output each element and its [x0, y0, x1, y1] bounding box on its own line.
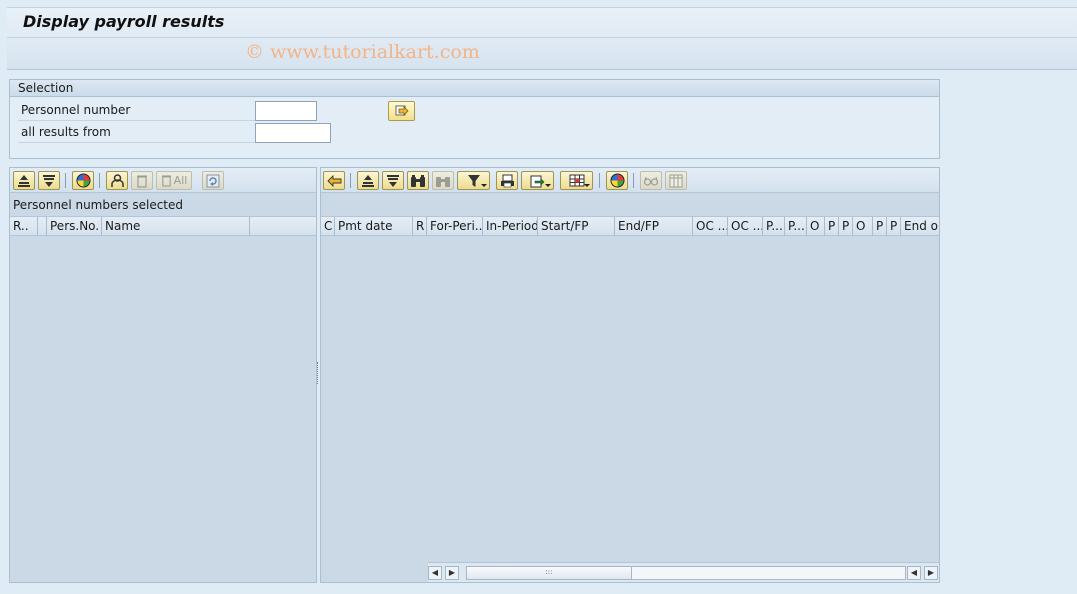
column-header-name[interactable]: Name	[102, 217, 250, 236]
scroll-track[interactable]: :::	[466, 566, 906, 580]
column-header-p-2[interactable]: P...	[785, 217, 807, 236]
filter-button[interactable]	[457, 171, 490, 190]
dropdown-arrow-icon	[545, 184, 551, 187]
personnel-list-panel: All Personnel numbers selected R.. Pers.…	[9, 167, 317, 583]
find-next-button[interactable]	[432, 171, 454, 190]
column-header-for-period[interactable]: For-Peri...	[427, 217, 483, 236]
column-header-in-period[interactable]: In-Period	[483, 217, 538, 236]
all-results-from-input[interactable]	[255, 123, 331, 143]
color-wheel-icon	[609, 173, 625, 188]
column-header-pmt-date[interactable]: Pmt date	[335, 217, 413, 236]
glasses-icon	[643, 176, 659, 186]
sort-ascending-button[interactable]	[13, 171, 35, 190]
sort-descending-button[interactable]	[382, 171, 404, 190]
selection-group: Selection Personnel number all results f…	[9, 79, 940, 159]
table-layout-icon	[569, 174, 584, 187]
dropdown-arrow-icon	[584, 184, 590, 187]
sort-ascending-button[interactable]	[357, 171, 379, 190]
horizontal-scrollbar[interactable]: ◀ ▶ ::: ◀ ▶	[428, 562, 939, 582]
display-details-button[interactable]	[640, 171, 662, 190]
binoculars-icon	[411, 174, 425, 187]
column-header-p-4[interactable]: P	[839, 217, 853, 236]
layout-button[interactable]	[606, 171, 628, 190]
find-button[interactable]	[407, 171, 429, 190]
persons-icon	[110, 173, 124, 187]
toolbar-separator	[633, 173, 634, 188]
select-persons-button[interactable]	[106, 171, 128, 190]
export-button[interactable]	[521, 171, 554, 190]
personnel-numbers-caption: Personnel numbers selected	[13, 198, 184, 212]
delete-all-label: All	[173, 174, 188, 187]
sort-descending-button[interactable]	[38, 171, 60, 190]
column-header-oc-2[interactable]: OC ...	[728, 217, 763, 236]
column-header-pers-no[interactable]: Pers.No.	[47, 217, 102, 236]
columns-icon	[669, 174, 683, 187]
trash-icon	[161, 175, 171, 187]
column-header-r[interactable]: R..	[10, 217, 38, 236]
title-bar: Display payroll results © www.tutorialka…	[7, 7, 1077, 70]
toolbar-separator	[65, 173, 66, 188]
print-icon	[500, 174, 514, 187]
execute-button[interactable]	[388, 101, 415, 121]
column-header-end-fp[interactable]: End/FP	[615, 217, 693, 236]
watermark: © www.tutorialkart.com	[245, 41, 480, 63]
print-preview-button[interactable]	[496, 171, 518, 190]
scroll-left-end-button[interactable]: ◀	[907, 566, 921, 580]
column-header-end-of[interactable]: End o	[901, 217, 939, 236]
column-header-p-6[interactable]: P	[887, 217, 901, 236]
column-header-r[interactable]: R	[413, 217, 427, 236]
column-header-spacer	[38, 217, 47, 236]
page-title: Display payroll results	[23, 12, 225, 31]
toolbar-separator	[99, 173, 100, 188]
delete-all-button[interactable]: All	[156, 171, 192, 190]
column-view-button[interactable]	[665, 171, 687, 190]
personnel-number-input[interactable]	[255, 101, 317, 121]
change-layout-button[interactable]	[560, 171, 593, 190]
payroll-results-panel: C Pmt date R For-Peri... In-Period Start…	[320, 167, 940, 583]
back-button[interactable]	[323, 171, 345, 190]
dropdown-arrow-icon	[481, 184, 487, 187]
title-divider	[7, 37, 1077, 38]
personnel-number-row: Personnel number	[18, 100, 262, 121]
personnel-number-label: Personnel number	[21, 103, 131, 117]
column-header-start-fp[interactable]: Start/FP	[538, 217, 615, 236]
sort-descending-icon	[387, 174, 399, 187]
column-header-p-5[interactable]: P	[873, 217, 887, 236]
scroll-left-button[interactable]: ◀	[428, 566, 442, 580]
sort-ascending-icon	[18, 174, 30, 187]
selection-header: Selection	[10, 80, 939, 97]
sort-descending-icon	[43, 174, 55, 187]
column-header-o-1[interactable]: O	[807, 217, 825, 236]
toolbar-separator	[599, 173, 600, 188]
color-wheel-icon	[75, 173, 91, 188]
left-toolbar: All	[10, 168, 316, 193]
column-header-p-3[interactable]: P	[825, 217, 839, 236]
layout-button[interactable]	[72, 171, 94, 190]
delete-button[interactable]	[131, 171, 153, 190]
personnel-grid-header: R.. Pers.No. Name	[10, 216, 316, 236]
sort-ascending-icon	[362, 174, 374, 187]
arrow-left-icon	[326, 174, 341, 187]
column-header-p-1[interactable]: P...	[763, 217, 785, 236]
column-header-c[interactable]: C	[321, 217, 335, 236]
scroll-thumb[interactable]: :::	[467, 567, 632, 579]
binoculars-icon	[436, 176, 450, 187]
toolbar-separator	[350, 173, 351, 188]
filter-icon	[467, 174, 480, 187]
refresh-icon	[206, 174, 220, 187]
right-toolbar	[321, 168, 939, 193]
all-results-from-row: all results from	[18, 122, 262, 143]
all-results-from-label: all results from	[21, 125, 111, 139]
payroll-grid-header: C Pmt date R For-Peri... In-Period Start…	[321, 216, 939, 236]
export-icon	[530, 175, 545, 187]
arrow-right-icon	[395, 105, 409, 116]
column-header-oc-1[interactable]: OC ...	[693, 217, 728, 236]
scroll-right-end-button[interactable]: ▶	[924, 566, 938, 580]
refresh-button[interactable]	[202, 171, 224, 190]
column-header-o-2[interactable]: O	[853, 217, 873, 236]
scroll-right-button[interactable]: ▶	[445, 566, 459, 580]
trash-icon	[137, 175, 147, 188]
